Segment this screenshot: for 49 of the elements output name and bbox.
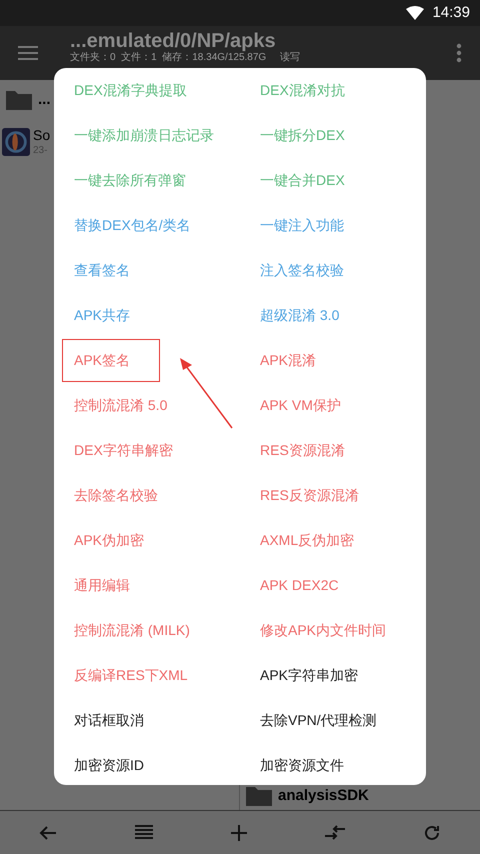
menu-item[interactable]: 一键合并DEX — [260, 170, 345, 191]
menu-item[interactable]: 一键去除所有弹窗 — [74, 170, 186, 191]
refresh-icon[interactable] — [423, 824, 441, 842]
menu-item[interactable]: 修改APK内文件时间 — [260, 620, 386, 641]
folder-name[interactable]: analysisSDK — [278, 784, 369, 808]
menu-item[interactable]: DEX字符串解密 — [74, 440, 173, 461]
menu-icon[interactable] — [18, 45, 38, 61]
menu-item[interactable]: RES反资源混淆 — [260, 485, 359, 506]
list-icon[interactable] — [135, 824, 153, 840]
more-icon[interactable] — [456, 43, 462, 63]
menu-item[interactable]: 加密资源ID — [74, 755, 144, 776]
file-name[interactable]: So — [33, 127, 50, 144]
pointer-arrow — [179, 358, 235, 430]
menu-item[interactable]: APK伪加密 — [74, 530, 144, 551]
menu-item[interactable]: APK VM保护 — [260, 395, 341, 416]
path-title: ...emulated/0/NP/apks — [70, 30, 277, 52]
menu-item[interactable]: 控制流混淆 (MILK) — [74, 620, 190, 641]
back-arrow-icon[interactable] — [39, 824, 57, 840]
menu-item[interactable]: DEX混淆字典提取 — [74, 80, 187, 101]
menu-item[interactable]: 控制流混淆 5.0 — [74, 395, 168, 416]
menu-item[interactable]: APK字符串加密 — [260, 665, 358, 686]
menu-item[interactable]: 去除VPN/代理检测 — [260, 710, 377, 731]
wifi-icon — [406, 6, 424, 20]
folder-icon — [4, 88, 34, 112]
menu-item[interactable]: 加密资源文件 — [260, 755, 344, 776]
menu-item[interactable]: APK签名 — [74, 350, 130, 371]
storage-info: 文件夹：0 文件：1 储存：18.34G/125.87G 读写 — [70, 52, 302, 64]
menu-item[interactable]: 注入签名校验 — [260, 260, 344, 281]
menu-item[interactable]: 对话框取消 — [74, 710, 144, 731]
menu-item[interactable]: RES资源混淆 — [260, 440, 345, 461]
menu-item[interactable]: APK共存 — [74, 305, 130, 326]
menu-item[interactable]: 通用编辑 — [74, 575, 130, 596]
menu-item[interactable]: 去除签名校验 — [74, 485, 158, 506]
app-icon — [2, 128, 30, 156]
menu-item[interactable]: APK混淆 — [260, 350, 316, 371]
menu-item[interactable]: 替换DEX包名/类名 — [74, 215, 191, 236]
folder-name[interactable]: ... — [38, 88, 51, 112]
menu-item[interactable]: 一键注入功能 — [260, 215, 344, 236]
menu-item[interactable]: 一键拆分DEX — [260, 125, 345, 146]
menu-item[interactable]: 查看签名 — [74, 260, 130, 281]
menu-item[interactable]: AXML反伪加密 — [260, 530, 354, 551]
menu-item[interactable]: APK DEX2C — [260, 575, 339, 596]
plus-icon[interactable] — [231, 824, 247, 840]
menu-item[interactable]: 反编译RES下XML — [74, 665, 188, 686]
menu-item[interactable]: DEX混淆对抗 — [260, 80, 345, 101]
clock: 14:39 — [432, 2, 470, 23]
swap-arrows-icon[interactable] — [325, 824, 345, 840]
menu-item[interactable]: 超级混淆 3.0 — [260, 305, 340, 326]
menu-item[interactable]: 一键添加崩溃日志记录 — [74, 125, 214, 146]
